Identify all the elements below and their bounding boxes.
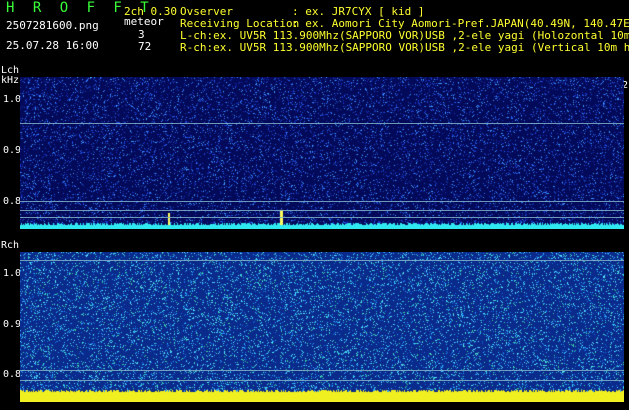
rch-marker-line xyxy=(20,380,624,381)
datetime: 25.07.28 16:00 xyxy=(6,39,99,52)
meteor-r-count: 72 xyxy=(138,40,152,53)
lch-unit: kHz xyxy=(1,75,20,86)
rch-label: Rch xyxy=(1,240,20,251)
rch-marker-line xyxy=(20,370,624,371)
lch-marker-line xyxy=(20,123,624,124)
rch-tick: 0.8 xyxy=(3,369,22,380)
lch-tick: 1.0 xyxy=(3,94,22,105)
lch-spectrogram xyxy=(20,77,624,229)
rch-tick: 0.9 xyxy=(3,319,22,330)
lch-marker-line xyxy=(20,210,624,211)
lch-description: L-ch:ex. UV5R 113.900Mhz(SAPPORO VOR)USB… xyxy=(180,30,629,42)
location-value: : ex. Aomori City Aomori-Pref.JAPAN(40.4… xyxy=(292,17,629,30)
rch-description: R-ch:ex. UV5R 113.900Mhz(SAPPORO VOR)USB… xyxy=(180,42,629,54)
rch-tick: 1.0 xyxy=(3,268,22,279)
lch-waterfall xyxy=(20,77,624,229)
lch-marker-line xyxy=(20,201,624,202)
lch-marker-line xyxy=(20,217,624,218)
rch-spectrogram xyxy=(20,252,624,402)
lch-tick: 0.9 xyxy=(3,145,22,156)
lch-tick: 0.8 xyxy=(3,196,22,207)
meteor-label: meteor xyxy=(124,15,164,28)
location-label: Receiving Location xyxy=(180,17,300,30)
filename: 2507281600.png xyxy=(6,19,99,32)
rch-marker-line xyxy=(20,260,624,261)
